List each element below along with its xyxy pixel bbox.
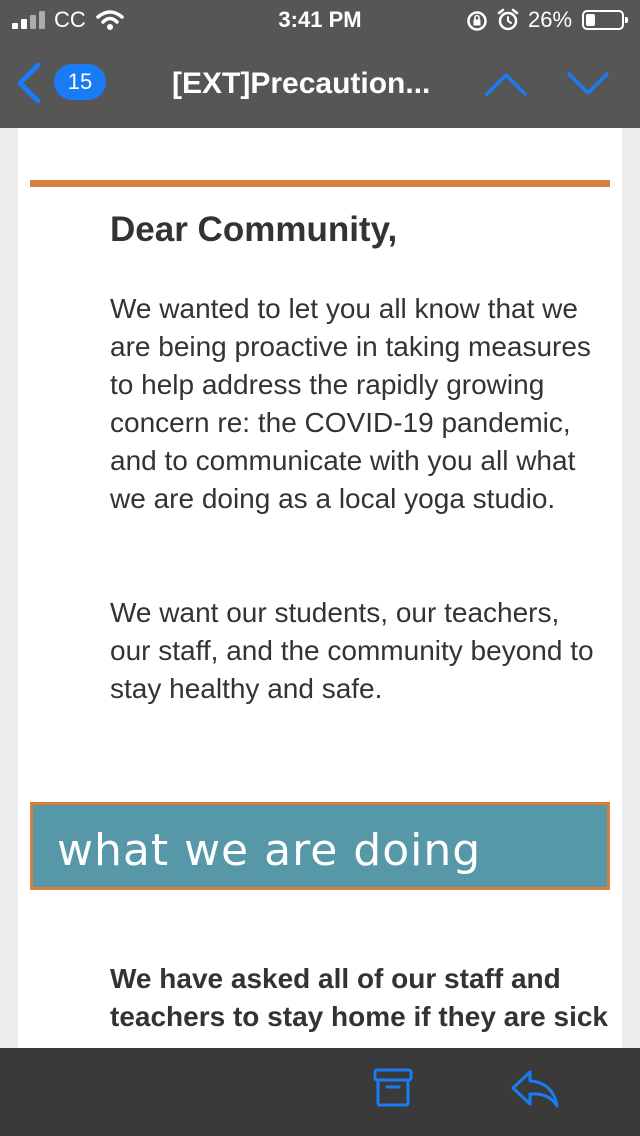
status-bar: CC 3:41 PM 26% xyxy=(0,0,640,40)
bottom-toolbar xyxy=(0,1048,640,1136)
chevron-left-icon[interactable] xyxy=(14,62,44,104)
email-greeting: Dear Community, xyxy=(110,210,398,249)
email-paragraph-safety: We want our students, our teachers, our … xyxy=(110,597,594,704)
orange-divider xyxy=(30,180,610,187)
archive-box-icon[interactable] xyxy=(372,1066,414,1108)
chevron-down-icon[interactable] xyxy=(566,70,610,98)
email-body-scroll[interactable]: Dear Community, We wanted to let you all… xyxy=(0,128,640,1048)
battery-level xyxy=(586,14,595,26)
chevron-up-icon[interactable] xyxy=(484,70,528,98)
mail-nav-bar: 15 [EXT]Precaution... xyxy=(0,40,640,128)
email-subject-title: [EXT]Precaution... xyxy=(172,67,431,100)
top-chrome: CC 3:41 PM 26% 15 [EXT]Precaution... xyxy=(0,0,640,128)
section-heading: what we are doing xyxy=(57,825,482,876)
email-body: Dear Community, We wanted to let you all… xyxy=(18,128,622,1048)
battery-percent: 26% xyxy=(528,7,573,32)
unread-count-badge[interactable]: 15 xyxy=(54,64,106,100)
alarm-icon xyxy=(497,8,519,31)
email-paragraph-intro: We wanted to let you all know that we ar… xyxy=(110,293,591,514)
email-paragraph-staff: We have asked all of our staff and teach… xyxy=(110,963,608,1032)
section-heading-banner: what we are doing xyxy=(30,802,610,890)
battery-icon xyxy=(582,10,628,30)
reply-arrow-icon[interactable] xyxy=(510,1068,560,1110)
orientation-lock-icon xyxy=(467,11,487,31)
